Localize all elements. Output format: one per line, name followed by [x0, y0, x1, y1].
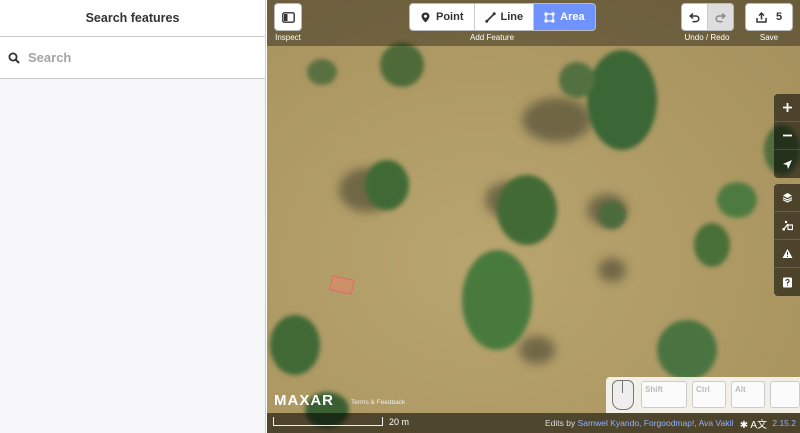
- aerial-imagery: [270, 43, 800, 428]
- edits-prefix: Edits by: [545, 418, 576, 428]
- area-label: Area: [560, 11, 585, 23]
- key-alt: Alt: [731, 381, 765, 408]
- undo-icon: [689, 12, 700, 22]
- key-blank: [770, 381, 800, 408]
- minus-icon: [782, 134, 792, 137]
- inspect-label: Inspect: [275, 33, 301, 42]
- point-label: Point: [436, 11, 464, 23]
- sidebar-toggle-icon: [281, 11, 295, 23]
- map-canvas[interactable]: [267, 0, 800, 433]
- key-shift: Shift: [641, 381, 687, 408]
- bug-icon[interactable]: ✱: [740, 420, 748, 431]
- search-bar: [0, 37, 265, 79]
- edits-attribution: Edits by Samwel Kyando, Forgoodmap!, Ava…: [545, 418, 733, 428]
- add-feature-label: Add Feature: [469, 33, 515, 42]
- key-ctrl: Ctrl: [692, 381, 726, 408]
- redo-button[interactable]: [708, 4, 733, 30]
- sidebar-title: Search features: [85, 11, 180, 25]
- search-icon: [8, 52, 20, 64]
- sidebar: Search features: [0, 0, 266, 433]
- redo-icon: [715, 12, 726, 22]
- help-icon: [782, 277, 792, 287]
- point-icon: [421, 12, 430, 22]
- zoom-in-button[interactable]: [774, 94, 800, 122]
- warning-icon: [782, 249, 792, 258]
- location-arrow-icon: [782, 159, 792, 169]
- geolocate-button[interactable]: [774, 150, 800, 178]
- map-data-icon: [782, 220, 793, 231]
- area-icon: [544, 12, 555, 22]
- undo-redo-label: Undo / Redo: [684, 33, 730, 42]
- help-button[interactable]: [774, 268, 800, 296]
- point-button[interactable]: Point: [410, 4, 475, 30]
- mouse-icon: [612, 380, 634, 410]
- add-feature-group: Point Line Area: [409, 3, 596, 31]
- map-controls: [774, 94, 800, 178]
- version-link[interactable]: 2.15.2: [772, 418, 796, 428]
- save-count: 5: [775, 11, 783, 23]
- zoom-out-button[interactable]: [774, 122, 800, 150]
- scale-text: 20 m: [389, 417, 410, 427]
- save-button[interactable]: 5: [745, 3, 793, 31]
- map-footer: 20 m Edits by Samwel Kyando, Forgoodmap!…: [267, 413, 800, 433]
- line-button[interactable]: Line: [475, 4, 535, 30]
- undo-redo-group: [681, 3, 734, 31]
- search-input[interactable]: [28, 50, 248, 65]
- layers-icon: [782, 193, 792, 203]
- background-button[interactable]: [774, 184, 800, 212]
- top-toolbar: Inspect Point Line Area Add Feature Undo…: [267, 0, 800, 46]
- map-data-button[interactable]: [774, 212, 800, 240]
- edits-names[interactable]: Samwel Kyando, Forgoodmap!, Ava Vakil: [578, 418, 734, 428]
- plus-icon: [782, 103, 792, 112]
- upload-icon: [756, 11, 767, 23]
- line-label: Line: [500, 11, 524, 23]
- undo-button[interactable]: [682, 4, 708, 30]
- line-icon: [484, 11, 496, 23]
- issues-button[interactable]: [774, 240, 800, 268]
- inspect-button[interactable]: [274, 3, 302, 31]
- area-button[interactable]: Area: [534, 4, 595, 30]
- terms-link[interactable]: Terms & Feedback: [351, 399, 405, 406]
- panel-controls: [774, 184, 800, 296]
- sidebar-header: Search features: [0, 0, 265, 37]
- scale-bar: [273, 417, 383, 426]
- footer-icons: ✱ A文: [740, 416, 767, 431]
- imagery-logo: MAXAR: [274, 392, 334, 409]
- save-label: Save: [759, 33, 779, 42]
- translate-icon[interactable]: A文: [750, 420, 767, 431]
- keyboard-overlay: Shift Ctrl Alt: [606, 377, 800, 413]
